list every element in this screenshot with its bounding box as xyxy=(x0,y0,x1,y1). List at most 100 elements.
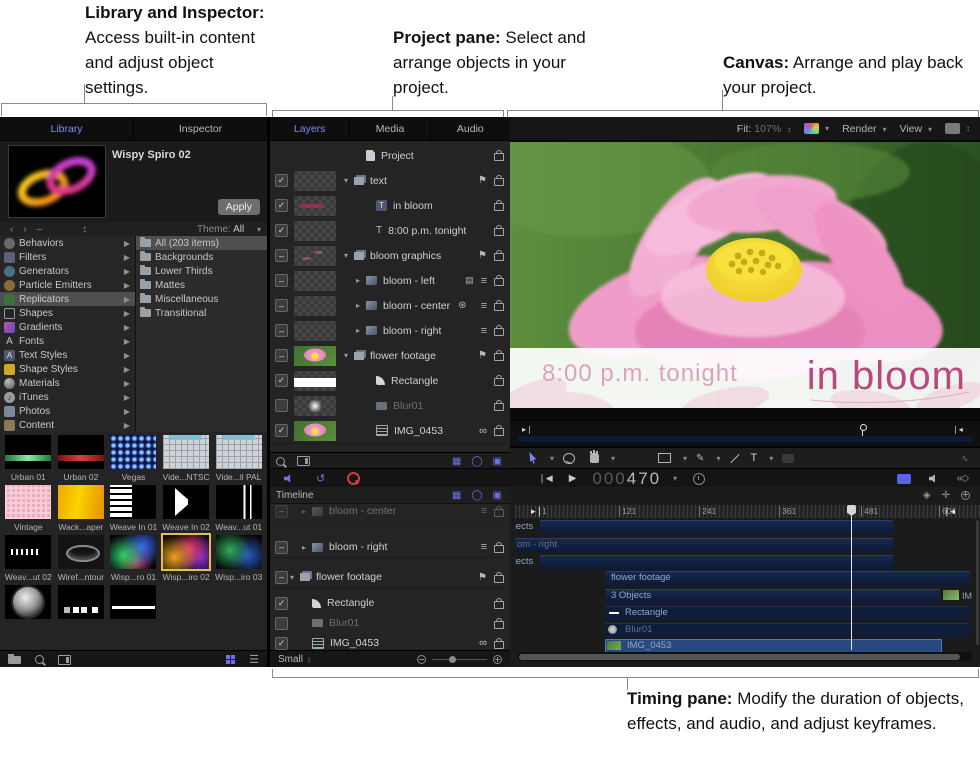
visibility-checkbox[interactable] xyxy=(275,274,288,287)
previous-frame-button[interactable]: ❘◀ xyxy=(538,473,552,484)
disclosure-triangle[interactable] xyxy=(290,573,300,582)
visibility-checkbox[interactable] xyxy=(275,505,288,518)
category-row[interactable]: Shape Styles ▶ xyxy=(0,362,135,376)
track-bar[interactable] xyxy=(515,538,893,552)
folder-row[interactable]: Miscellaneous xyxy=(136,292,267,306)
visibility-checkbox[interactable] xyxy=(275,617,288,630)
row-size-selector[interactable]: Small xyxy=(278,654,303,665)
visibility-checkbox[interactable] xyxy=(275,224,288,237)
layer-name[interactable]: 8:00 p.m. tonight xyxy=(388,225,466,237)
select-tool-icon[interactable] xyxy=(528,452,538,464)
mini-timeline[interactable]: ▸❘ ❘◂ xyxy=(510,420,980,446)
layer-row[interactable]: Rectangle xyxy=(270,368,510,394)
category-row[interactable]: Fonts ▶ xyxy=(0,334,135,348)
blend-icon[interactable] xyxy=(481,505,487,517)
show-keyframes-icon[interactable]: «◇ xyxy=(957,473,968,484)
thumbnail-image[interactable] xyxy=(58,535,104,569)
thumbnail-image[interactable] xyxy=(5,435,51,469)
track-bar[interactable] xyxy=(540,555,893,569)
layer-name[interactable]: in bloom xyxy=(393,200,433,212)
layer-name[interactable]: IMG_0453 xyxy=(330,637,379,649)
visibility-checkbox[interactable] xyxy=(275,174,288,187)
lock-icon[interactable] xyxy=(494,428,504,436)
layer-name[interactable]: Rectangle xyxy=(327,597,374,609)
layer-thumbnail[interactable] xyxy=(294,321,336,341)
record-icon[interactable] xyxy=(347,472,360,485)
timecode-display[interactable]: 000470 xyxy=(592,469,661,489)
layer-thumbnail[interactable] xyxy=(294,171,336,191)
timeline-layer-row[interactable]: bloom - right xyxy=(270,537,510,558)
thumbnail-image[interactable] xyxy=(163,535,209,569)
layer-row[interactable]: text xyxy=(270,168,510,194)
zoom-in-icon[interactable] xyxy=(493,655,502,664)
disclosure-arrow-icon[interactable]: ▶ xyxy=(124,309,130,318)
line-tool-icon[interactable] xyxy=(731,453,740,462)
lock-icon[interactable] xyxy=(494,641,504,649)
disclosure-triangle[interactable] xyxy=(302,543,312,552)
disclosure-arrow-icon[interactable]: ▶ xyxy=(124,365,130,374)
layer-thumbnail[interactable] xyxy=(294,246,336,266)
disclosure-triangle[interactable] xyxy=(356,276,366,285)
category-row[interactable]: iTunes ▶ xyxy=(0,390,135,404)
folder-row[interactable]: Transitional xyxy=(136,306,267,320)
thumbnail-image[interactable] xyxy=(58,585,104,619)
canvas-viewport[interactable]: 8:00 p.m. tonight in bloom xyxy=(510,142,980,408)
show-audio-icon[interactable] xyxy=(929,474,939,484)
track-row[interactable]: Objects xyxy=(515,555,980,568)
library-thumbnail-cell[interactable] xyxy=(3,585,54,632)
show-layers-icon[interactable]: ▣ xyxy=(493,490,502,501)
timeline-ruler[interactable]: 1 121 241 361 481 601 xyxy=(515,505,980,518)
thumbnail-image[interactable] xyxy=(110,585,156,619)
vertical-scrollbar[interactable] xyxy=(976,520,979,645)
bezier-tool-icon[interactable]: ✎ xyxy=(696,453,704,464)
blend-icon[interactable] xyxy=(481,541,487,553)
in-point-marker[interactable]: ▸❘ xyxy=(522,425,533,434)
apply-button[interactable]: Apply xyxy=(218,199,260,215)
library-thumbnail-cell[interactable]: Urban 02 xyxy=(56,435,107,482)
blend-icon[interactable] xyxy=(481,300,487,312)
layer-thumbnail[interactable] xyxy=(294,271,336,291)
layer-row[interactable]: bloom - left xyxy=(270,268,510,294)
visibility-checkbox[interactable] xyxy=(275,299,288,312)
layer-name[interactable]: bloom - center xyxy=(383,300,450,312)
disclosure-arrow-icon[interactable]: ▶ xyxy=(124,295,130,304)
disclosure-arrow-icon[interactable]: ▶ xyxy=(124,253,130,262)
disclosure-triangle[interactable] xyxy=(356,301,366,310)
timecode-dropdown-icon[interactable]: ▾ xyxy=(673,474,677,483)
layer-name[interactable]: text xyxy=(370,175,387,187)
tab-inspector[interactable]: Inspector xyxy=(134,117,267,140)
new-folder-icon[interactable] xyxy=(8,656,21,664)
category-row[interactable]: Materials ▶ xyxy=(0,376,135,390)
mini-playhead[interactable] xyxy=(862,424,863,436)
layer-row[interactable]: bloom graphics xyxy=(270,243,510,269)
lock-icon[interactable] xyxy=(494,303,504,311)
thumbnail-image[interactable] xyxy=(110,435,156,469)
lock-icon[interactable] xyxy=(494,353,504,361)
list-view-icon[interactable]: ☰ xyxy=(249,653,259,666)
thumbnail-image[interactable] xyxy=(216,435,262,469)
library-thumbnail-cell[interactable]: Wack...aper xyxy=(56,485,107,532)
lock-icon[interactable] xyxy=(494,621,504,629)
link-icon[interactable] xyxy=(479,637,487,649)
horizontal-scrollbar[interactable] xyxy=(517,652,972,661)
thumbnail-image[interactable] xyxy=(110,535,156,569)
disclosure-triangle[interactable] xyxy=(344,351,354,360)
category-row[interactable]: Photos ▶ xyxy=(0,404,135,418)
layer-thumbnail[interactable] xyxy=(294,196,336,216)
playhead[interactable] xyxy=(851,516,852,650)
disclosure-arrow-icon[interactable]: ▶ xyxy=(124,407,130,416)
layer-name[interactable]: Rectangle xyxy=(391,375,438,387)
resize-handle-icon[interactable]: ⇔ xyxy=(958,451,973,466)
category-row[interactable]: Content ▶ xyxy=(0,418,135,432)
timeline-layer-row[interactable]: Rectangle xyxy=(270,593,510,614)
layer-row[interactable]: bloom - right xyxy=(270,318,510,344)
text-tool-icon[interactable]: T xyxy=(750,452,757,464)
lock-icon[interactable] xyxy=(494,178,504,186)
timeline-layer-row[interactable]: flower footage xyxy=(270,567,510,588)
preview-panel-icon[interactable] xyxy=(58,655,71,665)
show-masks-icon[interactable]: ◯ xyxy=(471,490,482,501)
track-row[interactable]: Rectangle xyxy=(515,606,980,619)
show-effects-icon[interactable]: ▦ xyxy=(452,490,461,501)
loop-playback-icon[interactable]: ↺ xyxy=(316,472,325,485)
layer-row[interactable]: bloom - center ⊛ xyxy=(270,293,510,319)
